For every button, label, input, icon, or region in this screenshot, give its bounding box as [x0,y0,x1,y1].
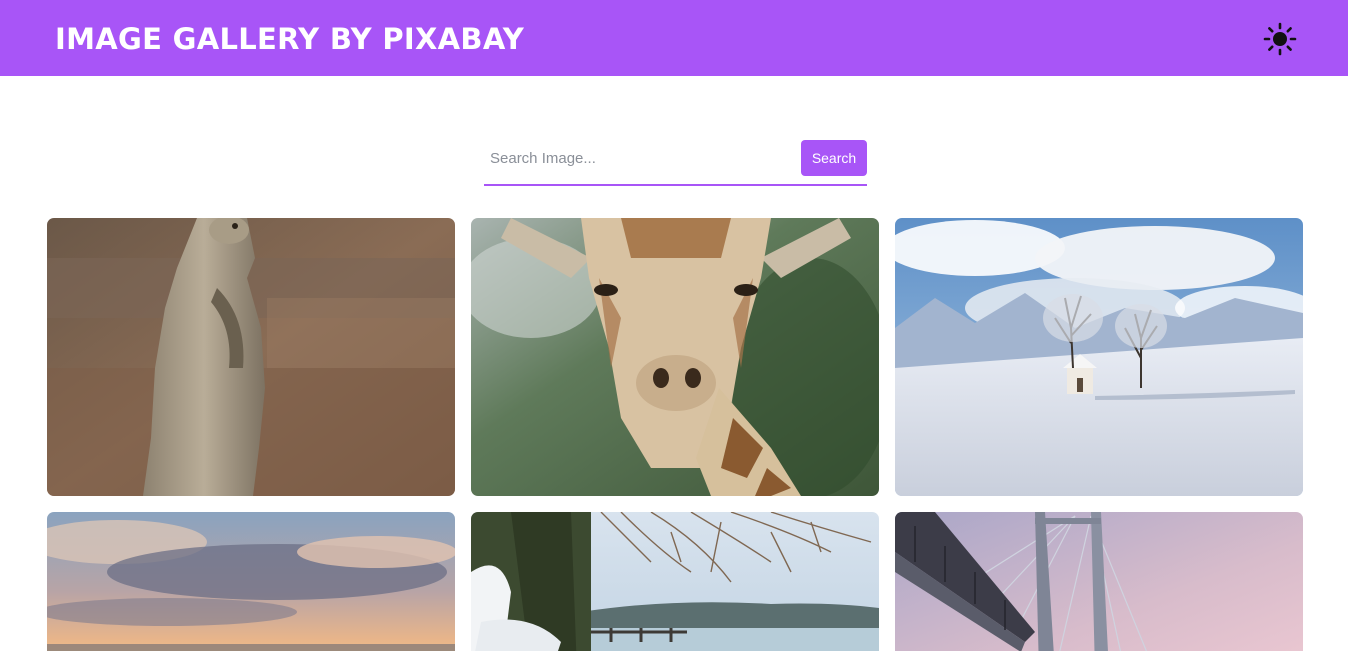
search-button[interactable]: Search [801,140,867,176]
snowy-lake-image [471,512,879,651]
theme-toggle-button[interactable] [1263,22,1297,56]
meerkat-image [47,218,455,496]
snowy-landscape-image [895,218,1303,496]
page-title: IMAGE GALLERY BY PIXABAY [55,22,525,56]
sun-icon [1263,22,1297,56]
app-header: IMAGE GALLERY BY PIXABAY [0,0,1348,76]
bridge-image [895,512,1303,651]
gallery-image-sunset[interactable] [47,512,455,651]
gallery-image-giraffe[interactable] [471,218,879,496]
sunset-image [47,512,455,651]
giraffe-image [471,218,879,496]
gallery-image-snowy-landscape[interactable] [895,218,1303,496]
gallery-image-bridge[interactable] [895,512,1303,651]
search-input[interactable] [484,140,794,176]
search-form: Search [484,140,867,186]
gallery-image-snowy-lake[interactable] [471,512,879,651]
gallery-image-meerkat[interactable] [47,218,455,496]
